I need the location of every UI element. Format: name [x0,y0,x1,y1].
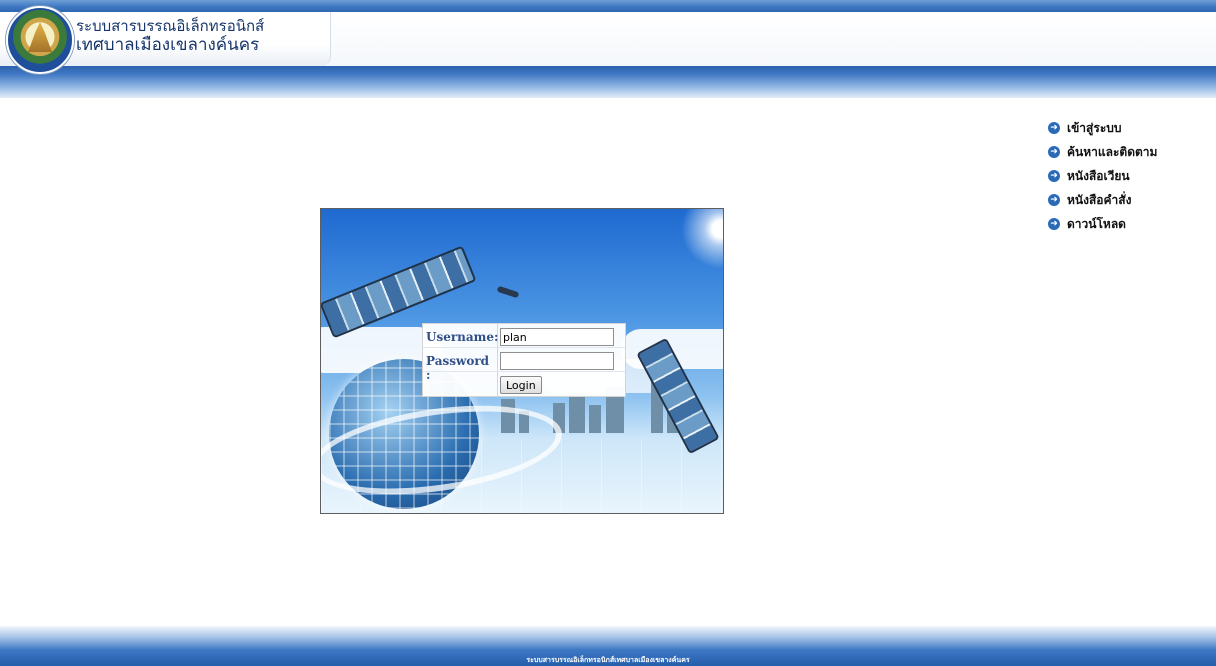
side-menu: ➜ เข้าสู่ระบบ ➜ ค้นหาและติดตาม ➜ หนังสือ… [1048,116,1157,236]
menu-item-label: หนังสือเวียน [1067,168,1130,183]
login-button[interactable]: Login [500,376,542,394]
city-building [569,393,585,433]
site-title-line1: ระบบสารบรรณอิเล็กทรอนิกส์ [76,17,265,35]
footer: ระบบสารบรรณอิเล็กทรอนิกส์เทศบาลเมืองเขลา… [0,626,1216,666]
menu-item-label: หนังสือคำสั่ง [1067,192,1132,207]
password-row: Password : [423,350,625,382]
menu-item-search-track[interactable]: ➜ ค้นหาและติดตาม [1048,140,1157,164]
city-building [589,405,601,433]
menu-item-download[interactable]: ➜ ดาวน์โหลด [1048,212,1157,236]
login-banner-image: Username: Password : Login [320,208,724,514]
username-input[interactable] [500,328,614,346]
site-title-line2: เทศบาลเมืองเขลางค์นคร [76,35,260,55]
arrow-circle-right-icon: ➜ [1048,146,1060,158]
menu-item-label: เข้าสู่ระบบ [1067,120,1122,135]
site-title: ระบบสารบรรณอิเล็กทรอนิกส์ เทศบาลเมืองเขล… [76,17,264,55]
login-form: Username: Password : Login [422,323,626,397]
password-input[interactable] [500,352,614,370]
arrow-circle-right-icon: ➜ [1048,122,1060,134]
header-blue-bar [0,66,1216,98]
temple-icon [28,22,52,52]
municipality-logo [6,6,74,74]
username-row: Username: [423,326,625,350]
menu-item-orders[interactable]: ➜ หนังสือคำสั่ง [1048,188,1157,212]
menu-item-circular-letters[interactable]: ➜ หนังสือเวียน [1048,164,1157,188]
header-top-line [0,0,1216,12]
footer-text: ระบบสารบรรณอิเล็กทรอนิกส์เทศบาลเมืองเขลา… [526,656,690,664]
menu-item-label: ค้นหาและติดตาม [1067,144,1158,159]
header: ระบบสารบรรณอิเล็กทรอนิกส์ เทศบาลเมืองเขล… [0,0,1216,98]
arrow-circle-right-icon: ➜ [1048,194,1060,206]
password-label: Password : [426,354,490,382]
menu-item-label: ดาวน์โหลด [1067,216,1126,231]
airplane-icon [496,285,520,299]
arrow-circle-right-icon: ➜ [1048,218,1060,230]
arrow-circle-right-icon: ➜ [1048,170,1060,182]
username-label: Username: [426,330,499,344]
menu-item-login[interactable]: ➜ เข้าสู่ระบบ [1048,116,1157,140]
sun-glare [681,209,723,269]
